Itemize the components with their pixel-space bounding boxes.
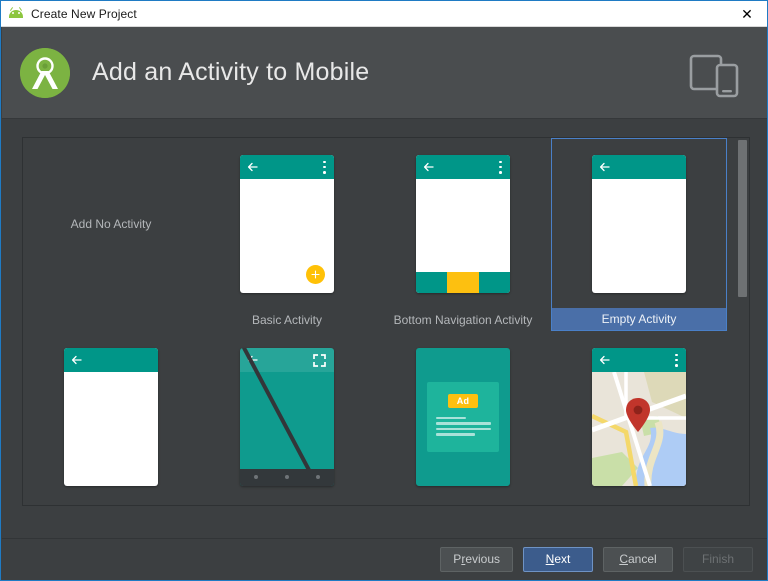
next-button[interactable]: Next <box>523 546 593 572</box>
dialog-header: Add an Activity to Mobile <box>2 27 767 119</box>
app-bar <box>592 347 686 372</box>
previous-label-pre: P <box>453 552 462 566</box>
activity-card-label: Add No Activity <box>70 216 152 231</box>
card-label-slot <box>375 502 551 505</box>
card-art <box>552 139 726 308</box>
phone-mockup-fullscreen <box>240 347 334 486</box>
activity-card-empty-activity[interactable]: Empty Activity <box>551 138 727 331</box>
finish-label: Finish <box>701 552 734 566</box>
card-label-slot <box>23 309 199 331</box>
previous-label-post: evious <box>465 552 500 566</box>
activity-card-google-maps-activity[interactable] <box>551 331 727 505</box>
back-arrow-icon <box>247 162 258 171</box>
card-art: Add No Activity <box>23 138 199 309</box>
bottom-nav-item <box>478 271 510 293</box>
card-art <box>199 331 375 502</box>
nav-dot <box>253 475 258 479</box>
compass-glyph <box>20 47 70 98</box>
next-label-post: ext <box>554 552 571 566</box>
activity-card-fullscreen-activity[interactable] <box>199 331 375 505</box>
next-mnemonic: N <box>545 552 555 566</box>
cancel-label-post: ancel <box>627 552 657 566</box>
activity-card-bottom-navigation-activity[interactable]: Bottom Navigation Activity <box>375 138 551 331</box>
activity-gallery: Add No Activity Basic Activity Bottom Na… <box>22 137 750 506</box>
activity-grid: Add No Activity Basic Activity Bottom Na… <box>23 138 736 505</box>
card-art <box>375 138 551 309</box>
card-art <box>199 138 375 309</box>
phone-mockup-bottom-nav <box>416 154 510 293</box>
page-title: Add an Activity to Mobile <box>92 58 370 86</box>
previous-button[interactable]: Pr evious <box>440 546 513 572</box>
activity-card-label: Basic Activity <box>251 313 323 327</box>
overflow-menu-icon <box>675 353 678 367</box>
map-graphic <box>592 371 686 486</box>
title-bar: Create New Project ✕ <box>1 1 767 27</box>
fullscreen-expand-icon <box>313 353 326 367</box>
create-new-project-dialog: Create New Project ✕ Add an Activity to … <box>0 0 768 581</box>
ad-badge: Ad <box>448 393 478 408</box>
activity-card-add-no-activity[interactable]: Add No Activity <box>23 138 199 331</box>
bottom-navigation-bar <box>416 271 510 293</box>
back-arrow-icon <box>71 355 82 364</box>
window-title: Create New Project <box>31 6 137 21</box>
activity-card-google-admob-ads-activity[interactable]: Ad <box>375 331 551 505</box>
app-bar <box>592 154 686 179</box>
gallery-row: Add No Activity Basic Activity Bottom Na… <box>23 138 736 331</box>
back-arrow-icon <box>423 162 434 171</box>
nav-dot <box>284 475 289 479</box>
scrollbar-thumb[interactable] <box>738 140 747 297</box>
dialog-footer: Pr evious Next Cancel Finish <box>2 538 767 579</box>
overflow-menu-icon <box>499 160 502 174</box>
card-art: Ad <box>375 331 551 502</box>
bottom-nav-item <box>416 271 448 293</box>
activity-card-label: Bottom Navigation Activity <box>393 313 533 327</box>
system-nav-bar <box>240 468 334 486</box>
activity-card-row2-first[interactable] <box>23 331 199 505</box>
close-icon[interactable]: ✕ <box>725 1 767 26</box>
plus-icon <box>311 269 320 279</box>
phone-mockup-basic <box>240 154 334 293</box>
bottom-nav-item-active <box>447 271 479 293</box>
nav-dot <box>316 475 321 479</box>
gallery-row: Ad <box>23 331 736 505</box>
gallery-scrollbar[interactable] <box>736 138 749 505</box>
ad-text-lines <box>435 416 491 439</box>
activity-card-label: Empty Activity <box>552 308 726 330</box>
overflow-menu-icon <box>323 160 326 174</box>
ad-card: Ad <box>427 381 499 452</box>
phone-mockup-maps <box>592 347 686 486</box>
cancel-button[interactable]: Cancel <box>603 546 673 572</box>
app-bar <box>240 154 334 179</box>
card-label-slot <box>23 502 199 505</box>
phone-mockup-ads: Ad <box>416 347 510 486</box>
cancel-mnemonic: C <box>619 552 628 566</box>
card-label-slot <box>199 502 375 505</box>
android-studio-logo <box>20 47 70 98</box>
phone-mockup-empty <box>592 154 686 293</box>
back-arrow-icon <box>599 355 610 364</box>
card-art <box>23 331 199 502</box>
card-label-slot <box>551 502 727 505</box>
activity-card-basic-activity[interactable]: Basic Activity <box>199 138 375 331</box>
card-art <box>551 331 727 502</box>
android-robot-icon <box>8 6 24 22</box>
back-arrow-icon <box>599 162 610 171</box>
content-area: Add No Activity Basic Activity Bottom Na… <box>2 120 767 540</box>
phone-mockup-plain <box>64 347 158 486</box>
map-thumbnail <box>592 371 686 486</box>
gallery-viewport[interactable]: Add No Activity Basic Activity Bottom Na… <box>23 138 736 505</box>
finish-button: Finish <box>683 546 753 572</box>
tablet-and-phone-icon <box>689 54 739 98</box>
app-bar <box>64 347 158 372</box>
app-bar <box>416 154 510 179</box>
floating-action-button-icon <box>306 264 325 284</box>
